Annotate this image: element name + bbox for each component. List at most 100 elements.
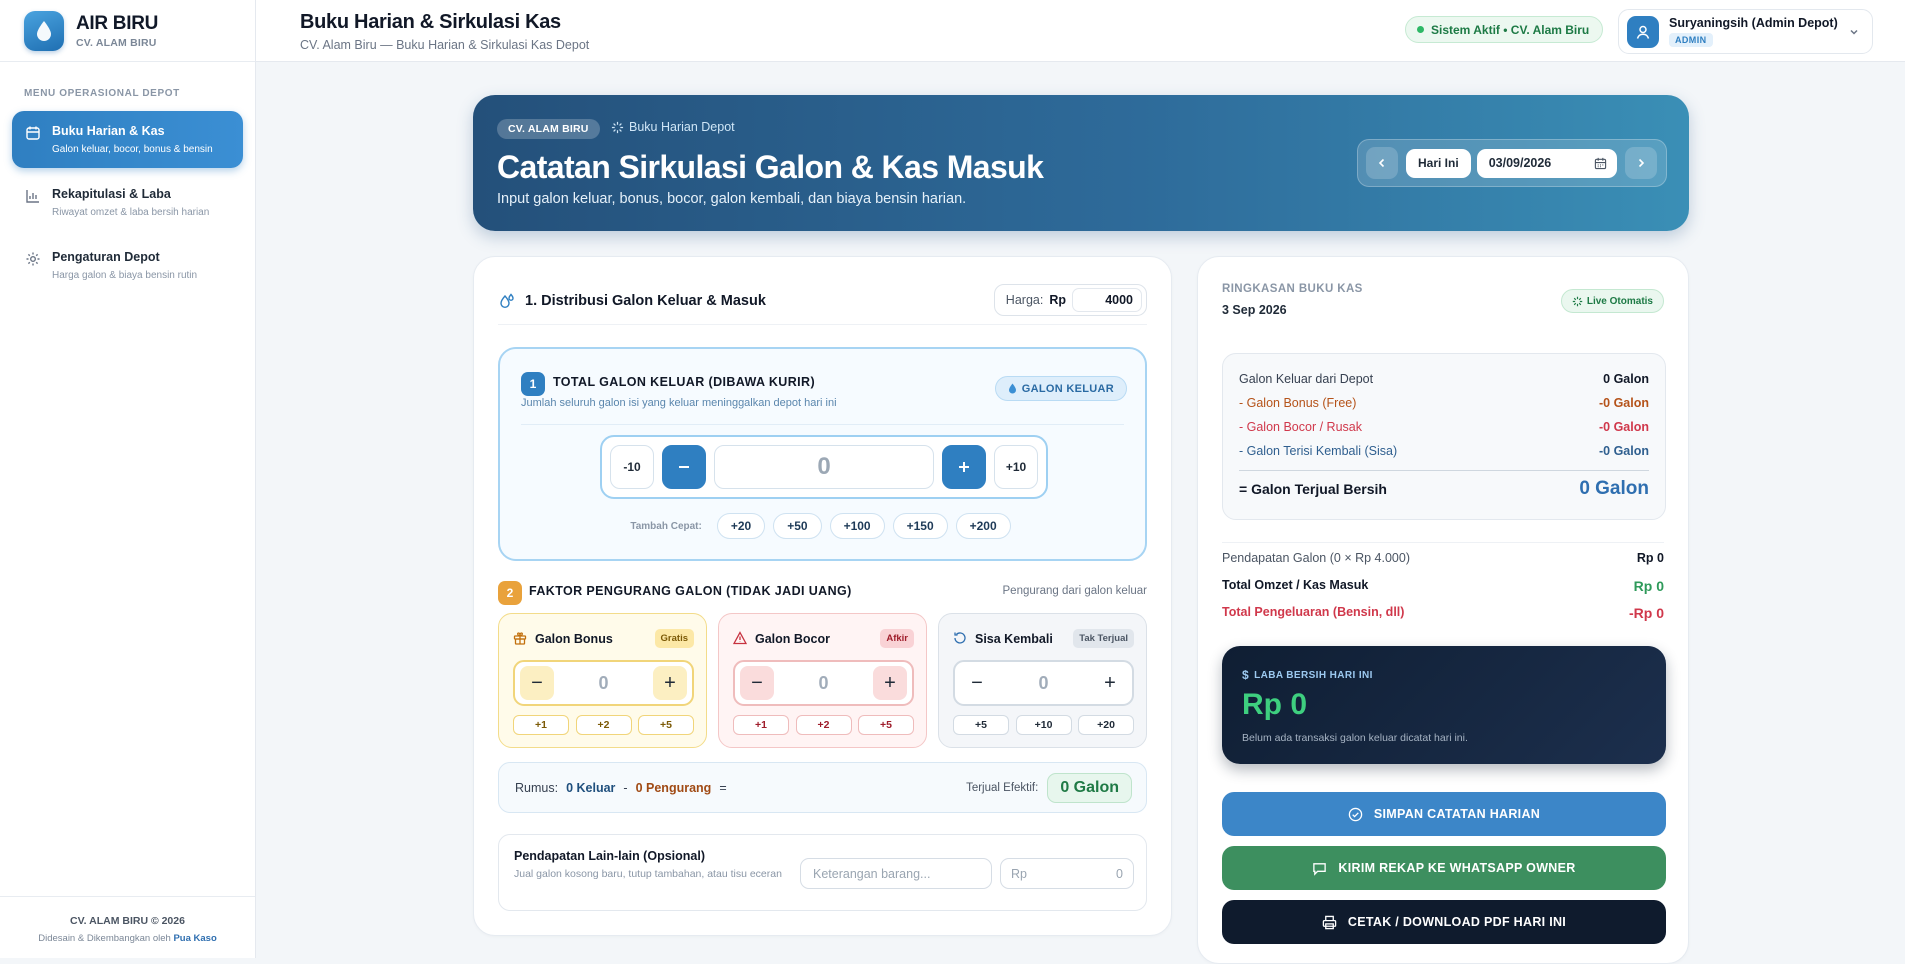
hero-tag-label: Buku Harian Depot <box>629 120 735 134</box>
topbar: Buku Harian & Sirkulasi Kas CV. Alam Bir… <box>256 0 1905 62</box>
calendar-picker-icon[interactable] <box>1594 157 1607 170</box>
simpan-button[interactable]: SIMPAN CATATAN HARIAN <box>1222 792 1666 836</box>
hero-description: Input galon keluar, bonus, bocor, galon … <box>497 191 967 207</box>
summary-row-value: -0 Galon <box>1598 396 1649 410</box>
sidebar-item-pengaturan[interactable]: Pengaturan Depot Harga galon & biaya ben… <box>12 237 243 294</box>
increment-button[interactable] <box>942 445 986 489</box>
price-currency: Rp <box>1049 293 1066 307</box>
net-row: = Galon Terjual Bersih 0 Galon <box>1239 478 1649 500</box>
calendar-icon <box>25 125 41 141</box>
pendapatan-value: Rp 0 <box>1636 551 1664 565</box>
quick-add-button[interactable]: +2 <box>795 715 852 735</box>
quick-add-button[interactable]: +200 <box>955 513 1011 539</box>
quick-add-button[interactable]: +1 <box>513 715 569 735</box>
quick-add-button[interactable]: +150 <box>892 513 948 539</box>
date-input[interactable]: 03/09/2026 <box>1476 148 1617 178</box>
galon-bonus-input[interactable]: 0 <box>598 673 608 694</box>
pendapatan-label: Pendapatan Galon (0 × Rp 4.000) <box>1222 551 1410 565</box>
sidebar-item-buku-harian[interactable]: Buku Harian & Kas Galon keluar, bocor, b… <box>12 111 243 168</box>
hero-title: Catatan Sirkulasi Galon & Kas Masuk <box>497 149 1044 185</box>
laba-value: Rp 0 <box>1242 688 1308 721</box>
factor-title: Galon Bonus <box>535 632 613 646</box>
quick-add-row: +1 +2 +5 <box>733 715 914 735</box>
factor-tag: Gratis <box>654 629 694 648</box>
whatsapp-label: KIRIM REKAP KE WHATSAPP OWNER <box>1338 861 1576 875</box>
sisa-kembali-input[interactable]: 0 <box>1038 673 1048 694</box>
quick-add-button[interactable]: +5 <box>638 715 694 735</box>
price-input[interactable]: 4000 <box>1072 288 1142 312</box>
quick-add-row: +5 +10 +20 <box>953 715 1134 735</box>
role-badge: ADMIN <box>1669 32 1713 47</box>
live-label: Live Otomatis <box>1586 295 1653 307</box>
galon-bocor-input[interactable]: 0 <box>818 673 828 694</box>
user-avatar-icon <box>1627 15 1659 48</box>
galon-bocor-stepper: − 0 + <box>733 660 914 706</box>
keterangan-input[interactable]: Keterangan barang... <box>800 858 992 889</box>
pengeluaran-value: -Rp 0 <box>1629 605 1664 621</box>
menu-title: MENU OPERASIONAL DEPOT <box>24 88 180 99</box>
today-button[interactable]: Hari Ini <box>1406 148 1471 178</box>
decrement-button[interactable] <box>662 445 706 489</box>
divider <box>1239 470 1649 471</box>
quick-add-button[interactable]: +5 <box>858 715 914 735</box>
copyright: CV. ALAM BIRU © 2026 <box>70 915 185 927</box>
brand-name: AIR BIRU <box>76 12 159 34</box>
quick-add-button[interactable]: +5 <box>953 715 1009 735</box>
decrement-button[interactable]: − <box>740 666 774 700</box>
rumus-equals: = <box>719 780 727 795</box>
sisa-kembali-stepper: − 0 + <box>953 660 1134 706</box>
laba-label: LABA BERSIH HARI INI <box>1254 669 1373 681</box>
factor-title: Sisa Kembali <box>975 632 1053 646</box>
rp-prefix: Rp <box>1011 866 1027 881</box>
decrement-button[interactable]: − <box>520 666 554 700</box>
summary-row: - Galon Bocor / Rusak -0 Galon <box>1239 420 1649 434</box>
credits: Didesain & Dikembangkan oleh Pua Kaso <box>0 933 255 944</box>
quick-add-button[interactable]: +100 <box>829 513 885 539</box>
sidebar-item-desc: Riwayat omzet & laba bersih harian <box>52 207 210 218</box>
increment-button[interactable]: + <box>1092 666 1127 700</box>
plus-10-button[interactable]: +10 <box>994 445 1038 489</box>
quick-add-button[interactable]: +1 <box>733 715 789 735</box>
page-subtitle: CV. Alam Biru — Buku Harian & Sirkulasi … <box>300 38 590 52</box>
quick-add-button[interactable]: +20 <box>1078 715 1134 735</box>
net-value: 0 Galon <box>1579 478 1649 499</box>
quick-add-button[interactable]: +50 <box>773 513 822 539</box>
user-name: Suryaningsih (Admin Depot) <box>1669 15 1838 30</box>
user-menu[interactable]: Suryaningsih (Admin Depot) ADMIN <box>1618 9 1873 54</box>
nominal-input[interactable]: Rp 0 <box>1000 858 1134 889</box>
sidebar-item-label: Rekapitulasi & Laba <box>52 187 171 201</box>
decrement-button[interactable]: − <box>960 666 994 700</box>
minus-10-button[interactable]: -10 <box>610 445 654 489</box>
laba-label-row: $ LABA BERSIH HARI INI <box>1242 668 1373 682</box>
sidebar-item-label: Pengaturan Depot <box>52 250 160 264</box>
increment-button[interactable]: + <box>652 666 687 700</box>
quick-add-button[interactable]: +10 <box>1015 715 1072 735</box>
sparkle-icon <box>1572 296 1583 307</box>
print-label: CETAK / DOWNLOAD PDF HARI INI <box>1347 915 1567 929</box>
print-pdf-button[interactable]: CETAK / DOWNLOAD PDF HARI INI <box>1222 900 1666 944</box>
whatsapp-button[interactable]: KIRIM REKAP KE WHATSAPP OWNER <box>1222 846 1666 890</box>
section-title: 1. Distribusi Galon Keluar & Masuk <box>525 293 766 309</box>
date-value: 03/09/2026 <box>1488 156 1552 170</box>
gear-icon <box>25 251 41 267</box>
price-label: Harga: <box>1005 293 1044 307</box>
next-day-button[interactable] <box>1624 147 1657 179</box>
brand[interactable]: AIR BIRU CV. ALAM BIRU <box>0 0 255 62</box>
chat-icon <box>1313 862 1327 876</box>
increment-button[interactable]: + <box>872 666 907 700</box>
sisa-kembali-box: Sisa Kembali Tak Terjual − 0 + +5 +10 +2… <box>938 613 1147 748</box>
quick-add-button[interactable]: +20 <box>716 513 766 539</box>
author-link[interactable]: Pua Kaso <box>173 933 216 944</box>
galon-keluar-input[interactable]: 0 <box>714 445 934 489</box>
sparkle-icon <box>611 121 624 134</box>
sidebar-item-rekapitulasi[interactable]: Rekapitulasi & Laba Riwayat omzet & laba… <box>12 174 243 231</box>
live-badge: Live Otomatis <box>1560 289 1664 313</box>
prev-day-button[interactable] <box>1366 147 1398 179</box>
summary-row-label: - Galon Bonus (Free) <box>1239 396 1357 410</box>
printer-icon <box>1322 915 1337 929</box>
quick-add-button[interactable]: +2 <box>575 715 632 735</box>
status-badge: Sistem Aktif • CV. Alam Biru <box>1405 16 1604 43</box>
pengeluaran-label: Total Pengeluaran (Bensin, dll) <box>1222 605 1405 619</box>
distribusi-header: 1. Distribusi Galon Keluar & Masuk Harga… <box>498 281 1147 325</box>
step-number: 1 <box>521 372 545 396</box>
